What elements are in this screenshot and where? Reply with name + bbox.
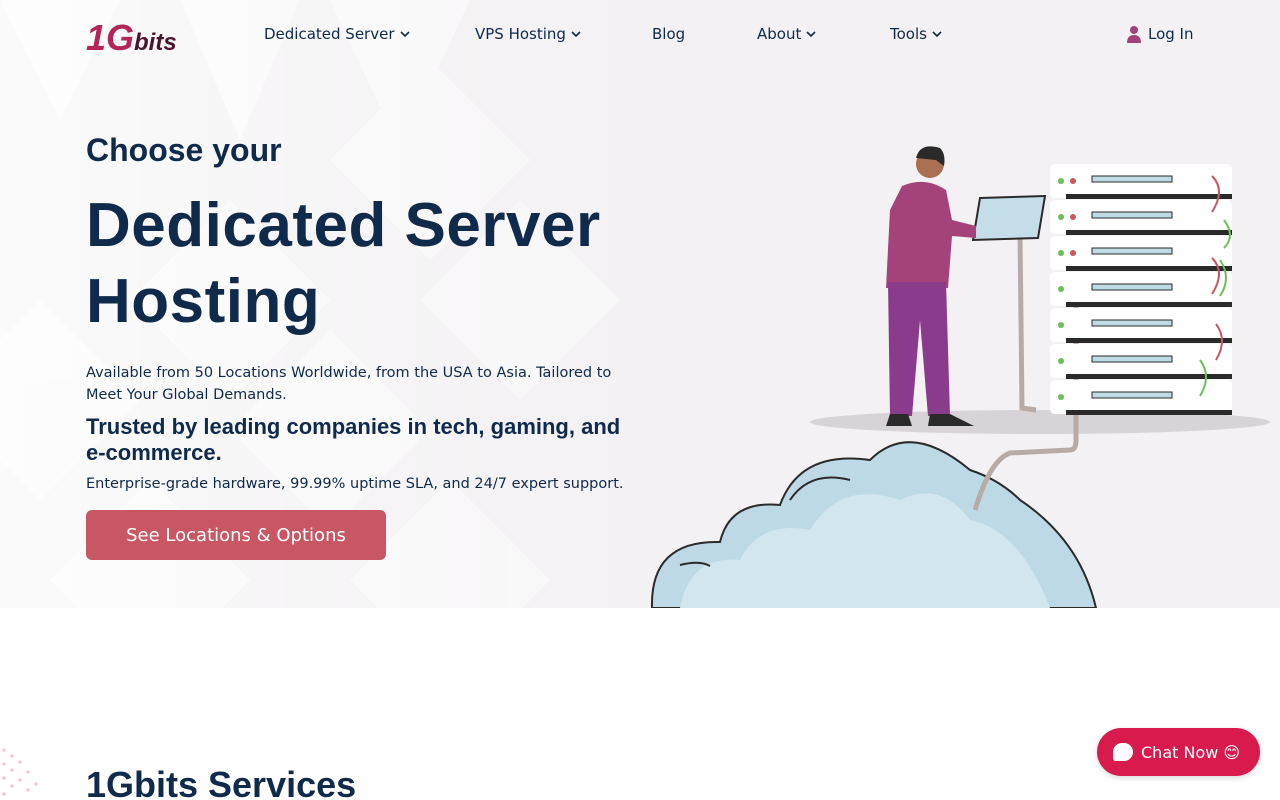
server-illustration [650,146,1270,608]
chat-label: Chat Now 😊 [1141,742,1241,762]
nav-item-label: Dedicated Server [264,25,395,43]
chat-now-button[interactable]: Chat Now 😊 [1097,728,1260,776]
user-icon [1127,26,1141,43]
person-figure [886,146,976,426]
nav-item-vps-hosting[interactable]: VPS Hosting [475,25,582,43]
logo[interactable]: 1G bits [86,16,182,56]
chevron-down-icon [932,31,942,38]
hero-title: Dedicated Server Hosting [86,188,626,340]
nav-item-label: Tools [890,25,927,43]
login-link[interactable]: Log In [1126,25,1194,43]
cloud-icon [650,441,1098,608]
svg-text:1G: 1G [86,17,134,56]
see-locations-button[interactable]: See Locations & Options [86,510,386,560]
hero-trusted-text: Trusted by leading companies in tech, ga… [86,414,621,465]
nav-item-label: VPS Hosting [475,25,566,43]
login-label: Log In [1148,25,1194,43]
chevron-down-icon [571,31,581,38]
nav-item-dedicated-server[interactable]: Dedicated Server [264,25,411,43]
hero-enterprise-text: Enterprise-grade hardware, 99.99% uptime… [86,476,624,492]
hero-text-block: Choose your Dedicated Server Hosting Ava… [86,130,626,495]
hero-description: Available from 50 Locations Worldwide, f… [86,365,612,403]
nav-item-label: Blog [652,25,686,43]
svg-text:bits: bits [134,29,177,56]
chat-bubble-icon [1113,743,1133,761]
top-navigation: 1G bits Dedicated Server VPS Hosting Blo… [0,0,1280,72]
hero-pre-title: Choose your [86,132,282,168]
chevron-down-icon [806,31,816,38]
nav-item-tools[interactable]: Tools [890,25,943,43]
server-rack [1050,164,1232,415]
hero-title-line-2: Hosting [86,267,321,336]
nav-item-blog[interactable]: Blog [652,25,685,43]
nav-item-about[interactable]: About [757,25,817,43]
hero-title-line-1: Dedicated Server [86,191,601,260]
chevron-down-icon [399,31,410,38]
nav-item-label: About [757,25,802,43]
services-section-title: 1Gbits Services [86,764,357,800]
hero-section: 1G bits Dedicated Server VPS Hosting Blo… [0,0,1280,608]
decorative-dots [2,748,38,796]
